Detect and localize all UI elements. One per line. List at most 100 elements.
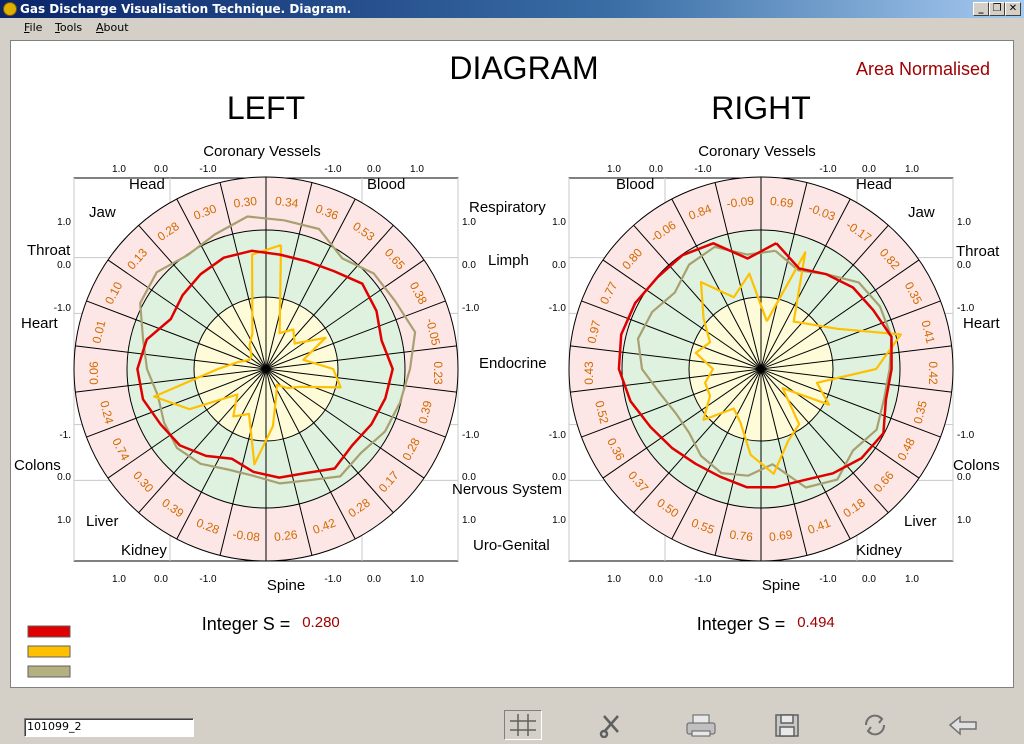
- right-panel: 0.69 -0.03-0.170.820.350.410.420.350.480.…: [549, 90, 1001, 634]
- menu-file[interactable]: File: [24, 21, 42, 34]
- restore-button[interactable]: ❐: [989, 2, 1005, 16]
- right-scale-bottom: 0.0: [862, 574, 876, 585]
- right-label-tr: Head: [856, 176, 892, 193]
- print-icon: [686, 714, 716, 737]
- left-sector-value: 0.06: [87, 361, 101, 385]
- left-label-br: Nervous System: [452, 481, 562, 498]
- save-icon: [775, 714, 799, 737]
- left-label-tr: Respiratory: [469, 199, 546, 216]
- title-bar: Gas Discharge Visualisation Technique. D…: [0, 0, 1024, 18]
- menu-tools[interactable]: Tools: [55, 21, 82, 34]
- refresh-button[interactable]: [856, 710, 894, 740]
- right-heading: RIGHT: [711, 90, 811, 126]
- right-label-top: Coronary Vessels: [698, 143, 816, 160]
- left-label-tl: Throat: [27, 242, 71, 259]
- right-scale-right: 1.0: [957, 515, 971, 526]
- left-scale-left: 1.0: [57, 515, 71, 526]
- right-scale-top: 1.0: [607, 164, 621, 175]
- left-label-tr: Limph: [488, 252, 529, 269]
- legend-swatch-2: [27, 665, 71, 678]
- back-button[interactable]: [944, 710, 982, 740]
- right-sector-value: 0.69: [768, 527, 793, 544]
- diagram-title: DIAGRAM: [449, 50, 598, 86]
- left-label-bl: Liver: [86, 513, 119, 530]
- right-label-tl: Blood: [616, 176, 654, 193]
- left-panel: 0.34 0.360.530.650.38-0.050.230.390.280.1…: [14, 90, 562, 634]
- left-scale-top: -1.0: [199, 164, 217, 175]
- right-scale-left: -1.0: [549, 430, 567, 441]
- left-scale-bottom: 0.0: [367, 574, 381, 585]
- app-icon: [3, 2, 17, 16]
- grid-icon: [510, 714, 536, 736]
- minimize-button[interactable]: _: [973, 2, 989, 16]
- right-label-br: Kidney: [856, 542, 902, 559]
- menu-tools-label: ools: [59, 21, 83, 34]
- right-scale-bottom: 0.0: [649, 574, 663, 585]
- left-scale-left: 0.0: [57, 472, 71, 483]
- session-id-field: 101099_2: [24, 718, 194, 737]
- left-scale-top: 1.0: [112, 164, 126, 175]
- right-scale-top: -1.0: [694, 164, 712, 175]
- right-sector-value: 0.42: [926, 361, 940, 385]
- left-sector-value: 0.26: [273, 527, 298, 544]
- right-label-tr: Throat: [956, 243, 1000, 260]
- legend-swatch-1: [27, 645, 71, 658]
- left-scale-bottom: 0.0: [154, 574, 168, 585]
- right-integral-value: 0.494: [797, 614, 835, 631]
- close-button[interactable]: ✕: [1005, 2, 1021, 16]
- right-scale-right: 0.0: [957, 260, 971, 271]
- left-integral-label: Integer S =: [202, 614, 291, 634]
- right-label-tr: Heart: [963, 315, 1001, 332]
- right-scale-right: -1.0: [957, 303, 975, 314]
- menu-about[interactable]: About: [96, 21, 129, 34]
- print-button[interactable]: [682, 710, 720, 740]
- menu-about-accel: A: [96, 21, 104, 34]
- left-sector-value: 0.34: [274, 194, 299, 211]
- left-scale-bottom: -1.0: [324, 574, 342, 585]
- left-scale-right: 0.0: [462, 260, 476, 271]
- legend: [27, 625, 71, 678]
- menu-about-label: bout: [103, 21, 129, 34]
- left-label-tl: Heart: [21, 315, 59, 332]
- left-scale-right: 1.0: [462, 217, 476, 228]
- right-scale-top: 0.0: [862, 164, 876, 175]
- right-sector-value: 0.76: [729, 527, 754, 544]
- grid-button[interactable]: [504, 710, 542, 740]
- right-sector-value: 0.43: [582, 361, 596, 385]
- left-scale-left: -1.0: [54, 303, 72, 314]
- left-scale-left: 1.0: [57, 217, 71, 228]
- right-scale-top: 1.0: [905, 164, 919, 175]
- left-integral-value: 0.280: [302, 614, 340, 631]
- right-scale-left: 0.0: [552, 260, 566, 271]
- right-scale-top: -1.0: [819, 164, 837, 175]
- cut-button[interactable]: [592, 710, 630, 740]
- back-arrow-icon: [948, 715, 977, 736]
- right-scale-right: 1.0: [957, 217, 971, 228]
- cut-icon: [599, 715, 619, 738]
- refresh-icon: [864, 714, 886, 736]
- diagram-canvas: DIAGRAM Area Normalised 0.34 0.36 0.53 0.65…: [10, 40, 1014, 688]
- left-scale-top: 1.0: [410, 164, 424, 175]
- left-scale-right: 0.0: [462, 472, 476, 483]
- right-sector-value: 0.69: [769, 194, 794, 211]
- left-label-tl: Jaw: [89, 204, 116, 221]
- left-scale-bottom: -1.0: [199, 574, 217, 585]
- left-scale-bottom: 1.0: [112, 574, 126, 585]
- diagram-svg: DIAGRAM Area Normalised 0.34 0.360.530.65…: [14, 50, 1001, 678]
- left-sector-value: 0.30: [233, 194, 258, 211]
- right-scale-right: 0.0: [957, 472, 971, 483]
- left-scale-top: 0.0: [154, 164, 168, 175]
- right-scale-left: -1.0: [549, 303, 567, 314]
- right-label-br: Liver: [904, 513, 937, 530]
- left-label-bl: Colons: [14, 457, 61, 474]
- left-label-tl: Head: [129, 176, 165, 193]
- left-label-tr: Blood: [367, 176, 405, 193]
- right-scale-top: 0.0: [649, 164, 663, 175]
- save-button[interactable]: [768, 710, 806, 740]
- left-scale-left: 0.0: [57, 260, 71, 271]
- left-label-top: Coronary Vessels: [203, 143, 321, 160]
- menu-file-label: ile: [29, 21, 43, 34]
- left-scale-right: 1.0: [462, 515, 476, 526]
- window-title: Gas Discharge Visualisation Technique. D…: [20, 2, 352, 16]
- right-label-tr: Jaw: [908, 204, 935, 221]
